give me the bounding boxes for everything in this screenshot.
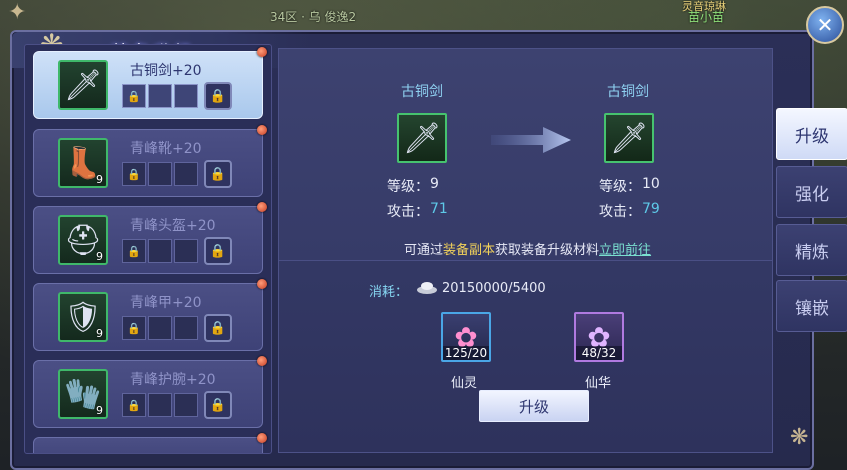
notification-dot — [257, 279, 267, 289]
current-attack-label: 攻击： — [387, 204, 429, 220]
equipment-item-armor[interactable]: 🛡 9 青峰甲+20 🔒 🔒 — [33, 279, 267, 351]
gem-slots: 🔒 🔒 — [122, 160, 232, 188]
tab-refine[interactable]: 精炼 — [776, 224, 847, 276]
sword-icon: 🗡 — [609, 120, 649, 156]
equipment-item-name: 青峰甲+20 — [130, 295, 202, 311]
empty-slot — [174, 316, 198, 340]
upgrade-comparison: 古铜剑 🗡 古铜剑 🗡 等级： 9 攻击： 71 等级： 10 攻击： 79 可… — [279, 49, 772, 261]
notification-dot — [257, 202, 267, 212]
lock-icon: 🔒 — [122, 84, 146, 108]
cost-value: 20150000/5400 — [442, 281, 546, 296]
lock-icon: 🔒 — [122, 239, 146, 263]
upgrade-panel: 古铜剑 🗡 古铜剑 🗡 等级： 9 攻击： 71 等级： 10 攻击： 79 可… — [278, 48, 773, 453]
material-hint: 可通过装备副本获取装备升级材料立即前往 — [404, 239, 651, 258]
equipment-item-name: 青峰头盔+20 — [130, 218, 216, 234]
lock-icon: 🔒 — [122, 393, 146, 417]
material-name: 仙灵 — [451, 376, 478, 391]
armor-icon: 🛡 9 — [58, 292, 108, 342]
fan-ornament-icon: ✦ — [8, 0, 27, 25]
item-level: 9 — [96, 250, 103, 263]
equipment-item-boots[interactable]: 👢 9 青峰靴+20 🔒 🔒 — [33, 125, 267, 197]
next-equipment-name: 古铜剑 — [607, 84, 649, 100]
next-attack-label: 攻击： — [599, 204, 641, 220]
empty-slot — [174, 84, 198, 108]
equipment-item-name: 青峰护腕+20 — [130, 372, 216, 388]
equipment-list[interactable]: 🗡 古铜剑+20 🔒 🔒 👢 9 青峰靴+20 🔒 🔒 ⛑ 9 青峰头盔+20 🔒 … — [24, 44, 272, 454]
silver-ingot-icon — [417, 282, 437, 294]
next-level-value: 10 — [642, 176, 660, 192]
tab-enhance[interactable]: 强化 — [776, 166, 847, 218]
boots-icon: 👢 9 — [58, 138, 108, 188]
equipment-item-helmet[interactable]: ⛑ 9 青峰头盔+20 🔒 🔒 — [33, 202, 267, 274]
empty-slot — [174, 239, 198, 263]
equipment-item-partial[interactable] — [33, 433, 267, 453]
tab-upgrade[interactable]: 升级 — [776, 108, 847, 160]
sword-icon: 🗡 — [58, 60, 108, 110]
equipment-item-name: 古铜剑+20 — [130, 63, 202, 79]
gem-slots: 🔒 🔒 — [122, 391, 232, 419]
current-attack-value: 71 — [430, 201, 448, 217]
world-npc-name: 苗小苗 — [688, 10, 725, 24]
material-count: 48/32 — [576, 346, 622, 360]
empty-slot — [148, 316, 172, 340]
close-button[interactable]: ✕ — [806, 6, 844, 44]
equipment-item-name: 青峰靴+20 — [130, 141, 202, 157]
item-level: 9 — [96, 404, 103, 417]
next-equipment-slot[interactable]: 🗡 — [604, 113, 654, 163]
gem-slots: 🔒 🔒 — [122, 314, 232, 342]
current-level-label: 等级： — [387, 179, 429, 195]
gem-slots: 🔒 🔒 — [122, 237, 232, 265]
equipment-item-sword[interactable]: 🗡 古铜剑+20 🔒 🔒 — [33, 47, 267, 119]
sword-icon: 🗡 — [402, 120, 442, 156]
hint-prefix: 可通过 — [404, 243, 444, 258]
lock-icon: 🔒 — [204, 160, 232, 188]
notification-dot — [257, 125, 267, 135]
next-attack-value: 79 — [642, 201, 660, 217]
lock-icon: 🔒 — [204, 82, 232, 110]
lock-icon: 🔒 — [204, 391, 232, 419]
empty-slot — [148, 84, 172, 108]
notification-dot — [257, 356, 267, 366]
hint-middle: 获取装备升级材料 — [495, 243, 600, 258]
lock-icon: 🔒 — [204, 237, 232, 265]
empty-slot — [174, 393, 198, 417]
tab-inlay[interactable]: 镶嵌 — [776, 280, 847, 332]
empty-slot — [174, 162, 198, 186]
notification-dot — [257, 47, 267, 57]
next-level-label: 等级： — [599, 179, 641, 195]
world-location-text: 34区 · 乌 俊逸2 — [270, 10, 357, 24]
current-equipment-name: 古铜剑 — [401, 84, 443, 100]
gem-slots: 🔒 🔒 — [122, 82, 232, 110]
lock-icon: 🔒 — [204, 314, 232, 342]
hint-source: 装备副本 — [443, 243, 496, 258]
empty-slot — [148, 239, 172, 263]
material-count: 125/20 — [443, 346, 489, 360]
cost-label: 消耗： — [369, 285, 409, 300]
lock-icon: 🔒 — [122, 162, 146, 186]
equipment-item-bracer[interactable]: 🧤 9 青峰护腕+20 🔒 🔒 — [33, 356, 267, 428]
notification-dot — [257, 433, 267, 443]
item-level: 9 — [96, 327, 103, 340]
item-level: 9 — [96, 173, 103, 186]
empty-slot — [148, 162, 172, 186]
bracer-icon: 🧤 9 — [58, 369, 108, 419]
go-now-link[interactable]: 立即前往 — [599, 243, 651, 258]
fan-ornament-icon: ❋ — [790, 425, 809, 450]
lock-icon: 🔒 — [122, 316, 146, 340]
close-icon: ✕ — [816, 13, 834, 37]
material-slot-xianhua[interactable]: ✿ 48/32 — [574, 312, 624, 362]
material-name: 仙华 — [585, 376, 612, 391]
upgrade-button[interactable]: 升级 — [479, 390, 589, 422]
material-slot-xianling[interactable]: ✿ 125/20 — [441, 312, 491, 362]
current-equipment-slot[interactable]: 🗡 — [397, 113, 447, 163]
arrow-right-icon — [491, 127, 571, 153]
empty-slot — [148, 393, 172, 417]
helmet-icon: ⛑ 9 — [58, 215, 108, 265]
current-level-value: 9 — [430, 176, 439, 192]
